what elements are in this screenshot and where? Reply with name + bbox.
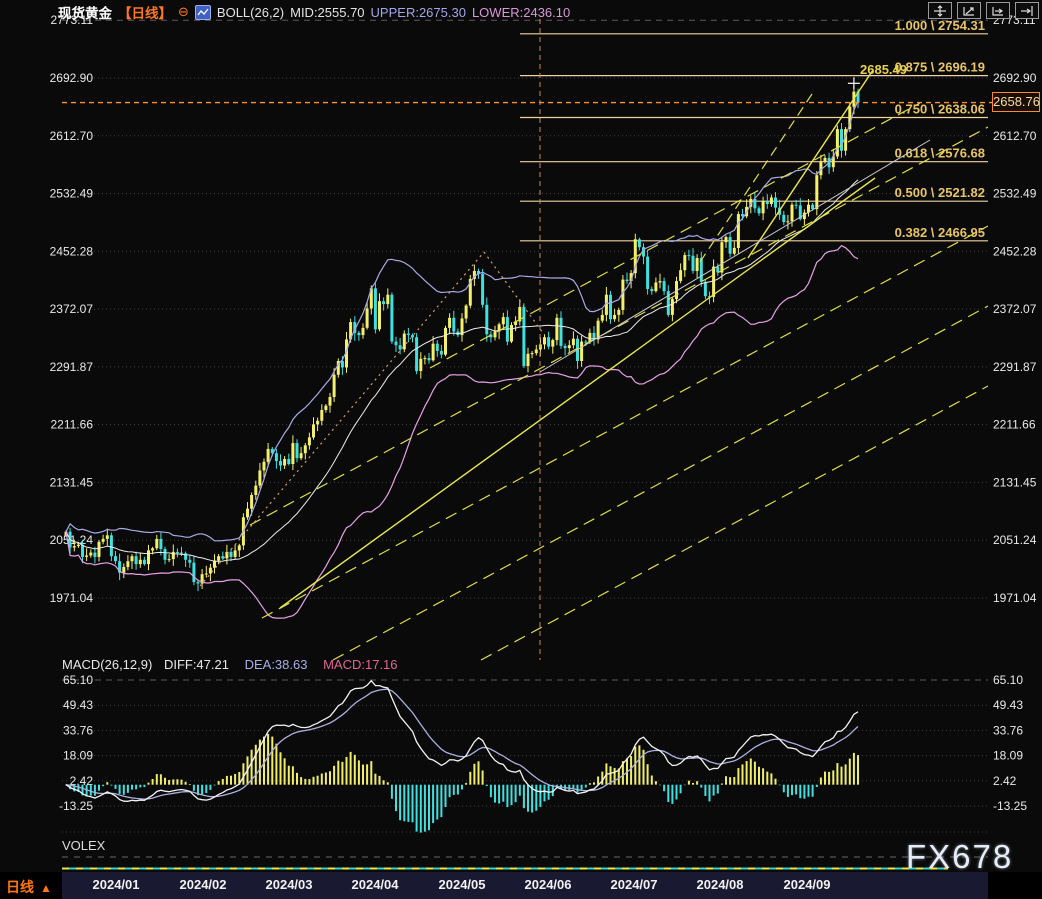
collapse-icon[interactable]: ⊖ [178, 4, 189, 20]
svg-text:2211.66: 2211.66 [993, 418, 1036, 432]
trendline-annotations[interactable] [200, 19, 988, 660]
indicator-chart-icon [195, 5, 211, 20]
svg-text:2612.70: 2612.70 [50, 129, 94, 143]
high-marker-cross [848, 77, 860, 89]
period-selector[interactable]: 日线 ▲ [6, 877, 52, 897]
macd-axis-labels: 65.10 65.10 49.43 49.43 33.76 33.76 18.09 18.09… [59, 673, 1027, 813]
svg-text:2131.45: 2131.45 [993, 475, 1037, 489]
trading-chart-window: 2773.112773.112692.902692.902612.702612.… [0, 0, 1042, 899]
chart-toolbar [928, 2, 1039, 19]
svg-text:-13.25: -13.25 [59, 799, 93, 813]
svg-text:0.382 \ 2466.95: 0.382 \ 2466.95 [895, 225, 985, 240]
time-axis-month-label: 2024/03 [254, 877, 324, 892]
svg-text:49.43: 49.43 [993, 698, 1023, 712]
volex-label: VOLEX [62, 838, 105, 853]
current-price-badge: 2658.76 [992, 92, 1040, 112]
svg-text:2291.87: 2291.87 [993, 360, 1037, 374]
watermark: FX678 [906, 838, 1013, 876]
high-price-label: 2685.49 [860, 62, 907, 77]
svg-text:0.500 \ 2521.82: 0.500 \ 2521.82 [895, 185, 985, 200]
pan-axis-icon[interactable] [986, 2, 1010, 19]
svg-text:2131.45: 2131.45 [50, 475, 94, 489]
time-axis-month-label: 2024/06 [513, 877, 583, 892]
svg-text:2211.66: 2211.66 [51, 418, 94, 432]
period-label: 日线 [6, 879, 34, 895]
svg-text:18.09: 18.09 [63, 749, 93, 763]
svg-text:65.10: 65.10 [63, 673, 93, 687]
svg-text:65.10: 65.10 [993, 673, 1023, 687]
time-axis-month-label: 2024/08 [685, 877, 755, 892]
pane-separators [62, 857, 988, 869]
svg-text:49.43: 49.43 [63, 698, 93, 712]
macd-value: MACD:17.16 [323, 657, 397, 672]
svg-text:1971.04: 1971.04 [993, 591, 1037, 605]
symbol-name: 现货黄金 [58, 2, 112, 22]
macd-dea-value: DEA:38.63 [245, 657, 308, 672]
move-tool-icon[interactable] [928, 2, 952, 19]
period-arrow-icon: ▲ [40, 881, 52, 895]
svg-text:1971.04: 1971.04 [50, 591, 94, 605]
svg-text:-13.25: -13.25 [993, 799, 1027, 813]
chart-header: 现货黄金 【日线】 ⊖ BOLL(26,2) MID:2555.70 UPPER… [58, 2, 570, 22]
svg-text:1.000 \ 2754.31: 1.000 \ 2754.31 [895, 18, 985, 33]
time-axis-month-label: 2024/07 [599, 877, 669, 892]
macd-header: MACD(26,12,9) DIFF:47.21 DEA:38.63 MACD:… [62, 657, 398, 672]
candlestick-series [65, 85, 860, 591]
macd-gridlines [62, 680, 988, 832]
macd-diff-value: DIFF:47.21 [164, 657, 229, 672]
chart-canvas[interactable]: 2773.112773.112692.902692.902612.702612.… [0, 0, 1042, 899]
svg-text:18.09: 18.09 [993, 749, 1023, 763]
svg-text:2372.07: 2372.07 [50, 302, 94, 316]
svg-text:2372.07: 2372.07 [993, 302, 1037, 316]
svg-text:2.42: 2.42 [993, 774, 1017, 788]
period-tag[interactable]: 【日线】 [118, 2, 172, 22]
boll-mid-value: MID:2555.70 [290, 5, 364, 20]
time-axis-month-label: 2024/02 [168, 877, 238, 892]
boll-label: BOLL(26,2) [217, 5, 284, 20]
svg-text:33.76: 33.76 [63, 723, 93, 737]
boll-lower-value: LOWER:2436.10 [472, 5, 570, 20]
svg-text:2291.87: 2291.87 [50, 360, 94, 374]
time-axis-month-label: 2024/01 [81, 877, 151, 892]
scale-axis-icon[interactable] [957, 2, 981, 19]
svg-text:0.875 \ 2696.19: 0.875 \ 2696.19 [895, 60, 985, 75]
svg-text:2612.70: 2612.70 [993, 129, 1037, 143]
svg-text:33.76: 33.76 [993, 723, 1023, 737]
time-axis-month-label: 2024/09 [772, 877, 842, 892]
time-axis-month-label: 2024/05 [427, 877, 497, 892]
svg-text:2452.28: 2452.28 [993, 244, 1037, 258]
svg-text:2692.90: 2692.90 [50, 71, 94, 85]
macd-label: MACD(26,12,9) [62, 657, 152, 672]
svg-text:2051.24: 2051.24 [993, 533, 1037, 547]
svg-text:2452.28: 2452.28 [50, 244, 94, 258]
svg-text:2692.90: 2692.90 [993, 71, 1037, 85]
boll-upper-value: UPPER:2675.30 [371, 5, 466, 20]
goto-latest-icon[interactable] [1015, 2, 1039, 19]
svg-text:2532.49: 2532.49 [50, 187, 94, 201]
svg-text:2532.49: 2532.49 [993, 187, 1037, 201]
time-axis-bar: 日线 ▲ 2024/01 2024/02 2024/03 2024/04 2024/05 2… [0, 872, 1042, 899]
time-axis-month-label: 2024/04 [340, 877, 410, 892]
